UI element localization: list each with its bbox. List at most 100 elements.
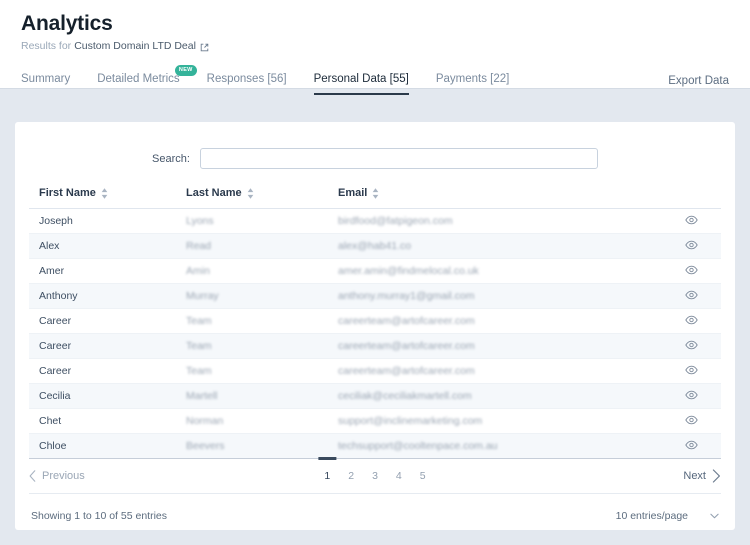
sort-icon[interactable] [247, 187, 254, 199]
email-value: anthony.murray1@gmail.com [338, 290, 475, 302]
table-header: First Name Last Name Email [29, 187, 721, 209]
cell-email: careerteam@artofcareer.com [338, 308, 661, 334]
eye-icon[interactable] [684, 390, 698, 400]
previous-label: Previous [42, 470, 85, 482]
page-number-3[interactable]: 3 [371, 468, 379, 484]
eye-icon[interactable] [684, 365, 698, 375]
last-name-value: Norman [186, 415, 224, 427]
email-value: careerteam@artofcareer.com [338, 315, 475, 327]
cell-first-name: Joseph [29, 208, 186, 234]
cell-first-name: Amer [29, 258, 186, 284]
cell-actions [661, 433, 721, 459]
cell-last-name: Martell [186, 383, 338, 409]
cell-email: techsupport@cooltenpace.com.au [338, 433, 661, 459]
eye-icon[interactable] [684, 215, 698, 225]
tab-personal-data[interactable]: Personal Data [55] [313, 73, 409, 96]
page-number-list: 12345 [318, 457, 427, 484]
entries-per-page-select[interactable]: 10 entries/page [616, 510, 719, 522]
column-header-email[interactable]: Email [338, 187, 661, 209]
table-row[interactable]: Alex Read alex@hab41.co [29, 233, 721, 259]
tab-summary[interactable]: Summary [21, 73, 70, 95]
first-name-value: Chet [39, 415, 62, 427]
search-row: Search: [29, 122, 721, 169]
cell-first-name: Anthony [29, 283, 186, 309]
page-number-4[interactable]: 4 [395, 468, 403, 484]
page-header: Analytics Results for Custom Domain LTD … [0, 0, 750, 96]
first-name-value: Joseph [39, 215, 73, 227]
first-name-value: Amer [39, 265, 65, 277]
cell-first-name: Career [29, 358, 186, 384]
cell-email: careerteam@artofcareer.com [338, 358, 661, 384]
table-row[interactable]: Career Team careerteam@artofcareer.com [29, 358, 721, 384]
cell-actions [661, 308, 721, 334]
cell-email: birdfood@fatpigeon.com [338, 208, 661, 234]
last-name-value: Read [186, 240, 212, 252]
tab-label: Detailed Metrics [97, 73, 180, 86]
page-number-2[interactable]: 2 [347, 468, 355, 484]
eye-icon[interactable] [684, 265, 698, 275]
cell-first-name: Cecilia [29, 383, 186, 409]
tab-responses[interactable]: Responses [56] [207, 73, 287, 95]
personal-data-card: Search: First Name Last Name Email Josep… [15, 122, 735, 530]
eye-icon[interactable] [684, 440, 698, 450]
table-row[interactable]: Anthony Murray anthony.murray1@gmail.com [29, 283, 721, 309]
sort-icon[interactable] [372, 187, 379, 199]
chevron-right-icon [712, 469, 721, 483]
column-header-first-name[interactable]: First Name [29, 187, 186, 209]
breadcrumb: Results for Custom Domain LTD Deal [0, 40, 750, 52]
cell-email: anthony.murray1@gmail.com [338, 283, 661, 309]
cell-first-name: Chloe [29, 433, 186, 459]
page-number-1[interactable]: 1 [318, 457, 336, 484]
tab-payments[interactable]: Payments [22] [436, 73, 510, 95]
eye-icon[interactable] [684, 240, 698, 250]
chevron-down-icon [710, 513, 719, 519]
page-title: Analytics [21, 12, 113, 35]
eye-icon[interactable] [684, 290, 698, 300]
tab-detailed-metrics[interactable]: Detailed Metrics NEW [97, 65, 197, 95]
eye-icon[interactable] [684, 415, 698, 425]
table-header-row: First Name Last Name Email [29, 187, 721, 209]
page-number-5[interactable]: 5 [419, 468, 427, 484]
breadcrumb-entity[interactable]: Custom Domain LTD Deal [74, 40, 196, 52]
table-row[interactable]: Amer Amin amer.amin@findmelocal.co.uk [29, 258, 721, 284]
last-name-value: Team [186, 315, 212, 327]
search-label: Search: [152, 152, 190, 165]
showing-entries-text: Showing 1 to 10 of 55 entries [31, 509, 168, 522]
table-row[interactable]: Cecilia Martell ceciliak@ceciliakmartell.c… [29, 383, 721, 409]
export-data-button[interactable]: Export Data [668, 75, 729, 95]
table-row[interactable]: Career Team careerteam@artofcareer.com [29, 308, 721, 334]
external-link-icon[interactable] [200, 43, 209, 52]
card-footer: Showing 1 to 10 of 55 entries 10 entries… [29, 493, 721, 537]
cell-email: amer.amin@findmelocal.co.uk [338, 258, 661, 284]
first-name-value: Career [39, 315, 72, 327]
next-page-button[interactable]: Next [683, 469, 721, 483]
eye-icon[interactable] [684, 340, 698, 350]
chevron-left-icon [29, 470, 36, 482]
search-input[interactable] [199, 148, 598, 169]
table-body: Joseph Lyons birdfood@fatpigeon.com Alex Rea… [29, 208, 721, 459]
column-header-last-name[interactable]: Last Name [186, 187, 338, 209]
cell-first-name: Chet [29, 408, 186, 434]
table-row[interactable]: Joseph Lyons birdfood@fatpigeon.com [29, 208, 721, 234]
email-value: careerteam@artofcareer.com [338, 365, 475, 377]
cell-actions [661, 283, 721, 309]
cell-first-name: Alex [29, 233, 186, 259]
column-label: Last Name [186, 187, 242, 199]
email-value: ceciliak@ceciliakmartell.com [338, 390, 472, 402]
eye-icon[interactable] [684, 315, 698, 325]
first-name-value: Alex [39, 240, 60, 252]
sort-icon[interactable] [101, 187, 108, 199]
table-row[interactable]: Career Team careerteam@artofcareer.com [29, 333, 721, 359]
next-label: Next [683, 470, 706, 482]
cell-actions [661, 233, 721, 259]
cell-actions [661, 333, 721, 359]
cell-email: alex@hab41.co [338, 233, 661, 259]
table-row[interactable]: Chloe Beevers techsupport@cooltenpace.com.… [29, 433, 721, 459]
cell-last-name: Team [186, 333, 338, 359]
column-label: First Name [39, 187, 96, 199]
cell-first-name: Career [29, 333, 186, 359]
last-name-value: Lyons [186, 215, 214, 227]
previous-page-button[interactable]: Previous [29, 470, 85, 482]
table-row[interactable]: Chet Norman support@inclinemarketing.com [29, 408, 721, 434]
cell-last-name: Team [186, 358, 338, 384]
